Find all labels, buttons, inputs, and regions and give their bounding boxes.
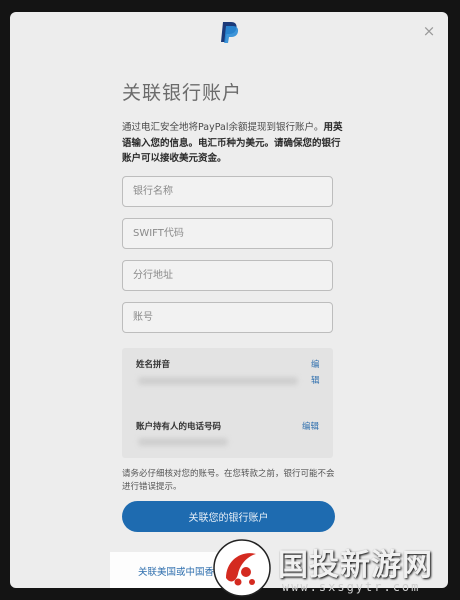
- link-us-or-hk-bank-link[interactable]: 关联美国或中国香: [138, 564, 218, 578]
- paypal-logo-icon: [221, 22, 239, 43]
- edit-name-link[interactable]: 编: [311, 358, 320, 370]
- edit-name-link-continued[interactable]: 辑: [311, 374, 320, 386]
- edit-phone-link[interactable]: 编辑: [302, 420, 319, 432]
- account-warning-text: 请务必仔细核对您的账号。在您转款之前，银行可能不会进行错误提示。: [122, 469, 335, 492]
- swift-code-input[interactable]: [122, 218, 333, 249]
- close-button[interactable]: ×: [420, 22, 438, 40]
- redacted-name-value: [138, 377, 298, 385]
- link-bank-account-button[interactable]: 关联您的银行账户: [122, 501, 335, 532]
- account-number-input[interactable]: [122, 302, 333, 333]
- redacted-phone-value: [138, 438, 228, 446]
- description-intro: 通过电汇安全地将PayPal余额提现到银行账户。: [122, 122, 324, 133]
- watermark-site-name: 国投新游网: [278, 548, 433, 583]
- dialog-description: 通过电汇安全地将PayPal余额提现到银行账户。用英语输入您的信息。电汇币种为美…: [122, 120, 344, 167]
- bank-name-input[interactable]: [122, 176, 333, 207]
- phone-number-label: 账户持有人的电话号码: [136, 422, 222, 432]
- name-pinyin-label: 姓名拼音: [136, 360, 171, 370]
- branch-address-input[interactable]: [122, 260, 333, 291]
- dialog-title: 关联银行账户: [122, 82, 243, 104]
- watermark-logo-icon: [213, 539, 271, 597]
- watermark-url: www.sxsgytr.com: [282, 580, 421, 594]
- account-holder-info-panel: 姓名拼音 编 辑 账户持有人的电话号码 编辑: [122, 348, 333, 458]
- link-bank-dialog: × 关联银行账户 通过电汇安全地将PayPal余额提现到银行账户。用英语输入您的…: [10, 12, 448, 588]
- site-watermark: 国投新游网 www.sxsgytr.com: [212, 534, 460, 600]
